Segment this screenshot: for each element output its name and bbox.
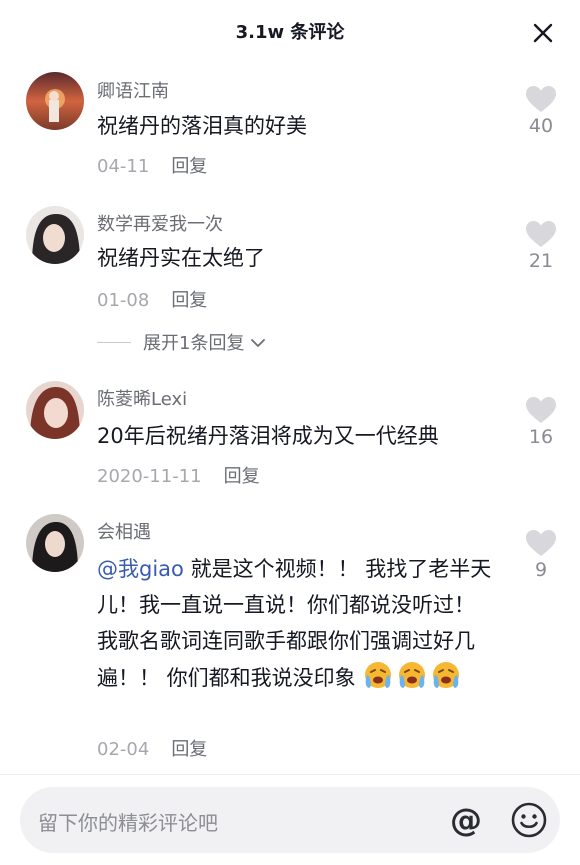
comment-text: @我giao 就是这个视频！！ 我找了老半天儿！我一直说一直说！你们都说没听过！… [97, 551, 492, 702]
comment-meta: 04-11 回复 [97, 152, 207, 178]
comment-meta: 02-04 回复 [97, 735, 207, 761]
crying-face-emoji [430, 659, 462, 702]
comment-meta: 2020-11-11 回复 [97, 462, 260, 488]
mention-link[interactable]: @我giao [97, 557, 184, 581]
comment-text: 20年后祝绪丹落泪将成为又一代经典 [97, 424, 439, 448]
like-button[interactable]: 40 [520, 86, 562, 137]
comment-input-placeholder: 留下你的精彩评论吧 [38, 811, 218, 835]
reply-button[interactable]: 回复 [171, 739, 207, 760]
crying-face-emoji [396, 659, 428, 702]
comment-username[interactable]: 陈菱晞Lexi [97, 385, 187, 411]
comment-date: 01-08 [97, 290, 150, 311]
comment-username[interactable]: 数学再爱我一次 [97, 210, 223, 236]
mention-button[interactable]: @ [448, 801, 484, 839]
comment-input[interactable]: 留下你的精彩评论吧 @ [20, 787, 560, 853]
heart-icon [526, 221, 556, 247]
comment-date: 02-04 [97, 739, 150, 760]
like-button[interactable]: 9 [520, 530, 562, 581]
comments-header: 3.1w 条评论 [0, 0, 580, 62]
avatar[interactable] [26, 514, 84, 572]
like-count: 9 [534, 559, 548, 581]
heart-icon [526, 530, 556, 556]
comment-username[interactable]: 会相遇 [97, 518, 151, 544]
comment-date: 04-11 [97, 156, 150, 177]
comment-text: 祝绪丹实在太绝了 [97, 246, 265, 270]
heart-icon [526, 397, 556, 423]
divider [0, 774, 580, 775]
reply-button[interactable]: 回复 [171, 156, 207, 177]
close-icon[interactable] [532, 22, 554, 44]
comment-date: 2020-11-11 [97, 466, 202, 487]
comment-text: 祝绪丹的落泪真的好美 [97, 114, 307, 138]
reply-button[interactable]: 回复 [224, 466, 260, 487]
like-button[interactable]: 21 [520, 221, 562, 272]
comment-username[interactable]: 卿语江南 [97, 77, 169, 103]
heart-icon [526, 86, 556, 112]
like-count: 40 [528, 115, 554, 137]
avatar[interactable] [26, 206, 84, 264]
emoji-picker-icon[interactable] [510, 801, 548, 839]
reply-button[interactable]: 回复 [171, 290, 207, 311]
expand-replies-label: 展开1条回复 [143, 333, 245, 354]
comment-count-title: 3.1w 条评论 [235, 22, 345, 43]
avatar[interactable] [26, 72, 84, 130]
crying-face-emoji [362, 659, 394, 702]
like-count: 16 [528, 426, 554, 448]
avatar[interactable] [26, 381, 84, 439]
like-count: 21 [528, 250, 554, 272]
chevron-down-icon [250, 332, 266, 353]
expand-divider-line [97, 341, 131, 343]
like-button[interactable]: 16 [520, 397, 562, 448]
comment-meta: 01-08 回复 [97, 286, 207, 312]
expand-replies-button[interactable]: 展开1条回复 [97, 330, 266, 354]
